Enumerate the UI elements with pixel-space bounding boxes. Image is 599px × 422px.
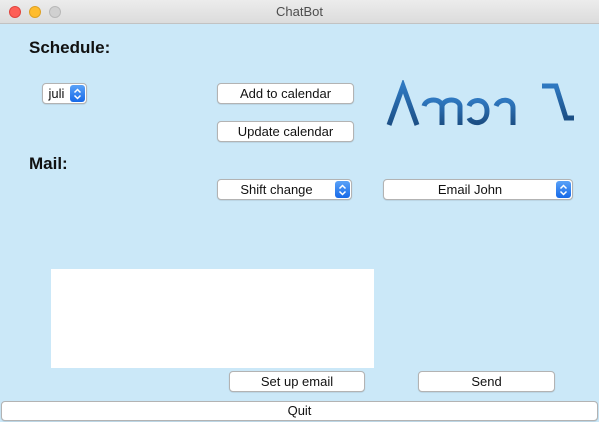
- month-select[interactable]: juli: [42, 83, 87, 104]
- schedule-heading: Schedule:: [29, 38, 111, 57]
- quit-button[interactable]: Quit: [1, 401, 598, 421]
- window-content: Schedule: juli Add to calendar Update ca…: [0, 24, 599, 422]
- mail-heading: Mail:: [29, 154, 68, 173]
- select-arrows-icon: [556, 181, 571, 198]
- update-calendar-button[interactable]: Update calendar: [217, 121, 354, 142]
- email-template-value: Shift change: [240, 182, 313, 197]
- email-body-textarea[interactable]: [51, 269, 374, 368]
- select-arrows-icon: [70, 85, 85, 102]
- month-select-value: juli: [48, 86, 65, 101]
- title-bar[interactable]: ChatBot: [0, 0, 599, 24]
- add-to-calendar-button[interactable]: Add to calendar: [217, 83, 354, 104]
- select-arrows-icon: [335, 181, 350, 198]
- email-recipient-select[interactable]: Email John: [383, 179, 573, 200]
- email-template-select[interactable]: Shift change: [217, 179, 352, 200]
- set-up-email-button[interactable]: Set up email: [229, 371, 365, 392]
- email-recipient-value: Email John: [437, 182, 503, 197]
- amphia-logo: [386, 78, 578, 145]
- window-title: ChatBot: [276, 4, 323, 19]
- send-button[interactable]: Send: [418, 371, 555, 392]
